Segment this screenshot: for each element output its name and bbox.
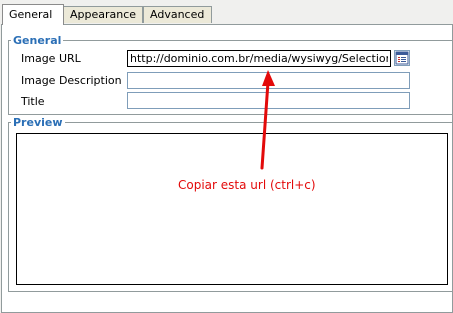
image-url-input[interactable]: [127, 50, 391, 67]
tab-advanced-label: Advanced: [150, 8, 205, 21]
image-description-label: Image Description: [21, 74, 122, 87]
title-input[interactable]: [127, 92, 410, 109]
tab-advanced[interactable]: Advanced: [143, 6, 212, 23]
preview-legend: Preview: [13, 116, 63, 129]
general-legend: General: [13, 34, 62, 47]
tab-general[interactable]: General: [2, 4, 64, 25]
image-url-label: Image URL: [21, 52, 81, 65]
tab-bar: General Appearance Advanced: [0, 0, 453, 25]
title-label: Title: [21, 95, 45, 108]
tab-appearance[interactable]: Appearance: [63, 6, 143, 23]
browse-button[interactable]: [394, 50, 410, 66]
tab-appearance-label: Appearance: [70, 8, 137, 21]
annotation-text: Copiar esta url (ctrl+c): [178, 178, 316, 192]
preview-area: [16, 133, 448, 285]
tab-general-label: General: [9, 8, 53, 21]
browse-icon: [395, 51, 409, 65]
image-description-input[interactable]: [127, 72, 410, 89]
